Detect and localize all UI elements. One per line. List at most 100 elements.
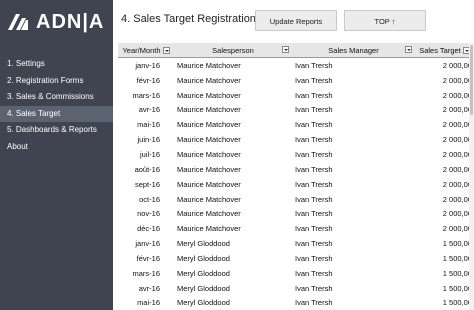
- cell-salesperson[interactable]: Maurice Matchover: [174, 103, 292, 118]
- cell-year-month[interactable]: mai-16: [118, 296, 174, 310]
- vertical-scrollbar[interactable]: [469, 43, 474, 310]
- cell-year-month[interactable]: mars-16: [118, 88, 174, 103]
- cell-sales-manager[interactable]: Ivan Trersh: [292, 251, 415, 266]
- cell-sales-target[interactable]: 2 000,00: [415, 103, 474, 118]
- cell-salesperson[interactable]: Meryl Gloddood: [174, 236, 292, 251]
- cell-sales-target[interactable]: 2 000,00: [415, 58, 474, 73]
- cell-sales-target[interactable]: 2 000,00: [415, 73, 474, 88]
- cell-year-month[interactable]: mars-16: [118, 266, 174, 281]
- cell-sales-manager[interactable]: Ivan Trersh: [292, 192, 415, 207]
- cell-salesperson[interactable]: Maurice Matchover: [174, 88, 292, 103]
- update-reports-button[interactable]: Update Reports: [255, 10, 337, 31]
- table-row[interactable]: janv-16 Meryl Gloddood Ivan Trersh 1 500,00: [118, 236, 474, 251]
- cell-sales-target[interactable]: 2 000,00: [415, 206, 474, 221]
- cell-year-month[interactable]: juil-16: [118, 147, 174, 162]
- table-row[interactable]: août-16 Maurice Matchover Ivan Trersh 2 000…: [118, 162, 474, 177]
- cell-sales-manager[interactable]: Ivan Trersh: [292, 206, 415, 221]
- table-row[interactable]: oct-16 Maurice Matchover Ivan Trersh 2 000,…: [118, 192, 474, 207]
- sidebar-item[interactable]: 3. Sales & Commissions: [0, 89, 113, 105]
- table-row[interactable]: févr-16 Meryl Gloddood Ivan Trersh 1 500,00: [118, 251, 474, 266]
- table-row[interactable]: juil-16 Maurice Matchover Ivan Trersh 2 000…: [118, 147, 474, 162]
- cell-sales-manager[interactable]: Ivan Trersh: [292, 296, 415, 310]
- cell-salesperson[interactable]: Meryl Gloddood: [174, 266, 292, 281]
- cell-year-month[interactable]: janv-16: [118, 58, 174, 73]
- filter-dropdown-icon[interactable]: [162, 47, 170, 55]
- cell-sales-target[interactable]: 2 000,00: [415, 147, 474, 162]
- cell-sales-manager[interactable]: Ivan Trersh: [292, 147, 415, 162]
- cell-year-month[interactable]: févr-16: [118, 251, 174, 266]
- cell-salesperson[interactable]: Maurice Matchover: [174, 117, 292, 132]
- cell-sales-target[interactable]: 1 500,00: [415, 281, 474, 296]
- table-row[interactable]: mai-16 Meryl Gloddood Ivan Trersh 1 500,00: [118, 296, 474, 310]
- cell-sales-manager[interactable]: Ivan Trersh: [292, 221, 415, 236]
- cell-sales-target[interactable]: 2 000,00: [415, 177, 474, 192]
- cell-sales-manager[interactable]: Ivan Trersh: [292, 266, 415, 281]
- cell-year-month[interactable]: févr-16: [118, 73, 174, 88]
- table-row[interactable]: sept-16 Maurice Matchover Ivan Trersh 2 000…: [118, 177, 474, 192]
- filter-dropdown-icon[interactable]: [405, 46, 412, 53]
- table-row[interactable]: févr-16 Maurice Matchover Ivan Trersh 2 000…: [118, 73, 474, 88]
- cell-sales-manager[interactable]: Ivan Trersh: [292, 281, 415, 296]
- cell-salesperson[interactable]: Meryl Gloddood: [174, 251, 292, 266]
- cell-salesperson[interactable]: Maurice Matchover: [174, 73, 292, 88]
- table-row[interactable]: nov-16 Maurice Matchover Ivan Trersh 2 000,…: [118, 206, 474, 221]
- cell-year-month[interactable]: janv-16: [118, 236, 174, 251]
- cell-year-month[interactable]: nov-16: [118, 206, 174, 221]
- cell-salesperson[interactable]: Maurice Matchover: [174, 58, 292, 73]
- cell-sales-manager[interactable]: Ivan Trersh: [292, 58, 415, 73]
- table-row[interactable]: mai-16 Maurice Matchover Ivan Trersh 2 000,…: [118, 117, 474, 132]
- table-row[interactable]: déc-16 Maurice Matchover Ivan Trersh 2 000,…: [118, 221, 474, 236]
- cell-salesperson[interactable]: Maurice Matchover: [174, 177, 292, 192]
- sidebar-item[interactable]: 2. Registration Forms: [0, 73, 113, 89]
- cell-sales-target[interactable]: 1 500,00: [415, 236, 474, 251]
- cell-sales-manager[interactable]: Ivan Trersh: [292, 88, 415, 103]
- cell-salesperson[interactable]: Maurice Matchover: [174, 206, 292, 221]
- cell-year-month[interactable]: déc-16: [118, 221, 174, 236]
- cell-salesperson[interactable]: Maurice Matchover: [174, 132, 292, 147]
- table-row[interactable]: juin-16 Maurice Matchover Ivan Trersh 2 000…: [118, 132, 474, 147]
- cell-year-month[interactable]: juin-16: [118, 132, 174, 147]
- cell-sales-target[interactable]: 2 000,00: [415, 132, 474, 147]
- cell-salesperson[interactable]: Maurice Matchover: [174, 162, 292, 177]
- sidebar-item[interactable]: 1. Settings: [0, 56, 113, 72]
- cell-year-month[interactable]: sept-16: [118, 177, 174, 192]
- cell-year-month[interactable]: avr-16: [118, 281, 174, 296]
- cell-year-month[interactable]: avr-16: [118, 103, 174, 118]
- cell-sales-manager[interactable]: Ivan Trersh: [292, 103, 415, 118]
- header-year-month[interactable]: Year/Month: [118, 43, 174, 58]
- sidebar-item[interactable]: 4. Sales Target: [0, 105, 113, 122]
- cell-sales-target[interactable]: 1 500,00: [415, 251, 474, 266]
- cell-year-month[interactable]: oct-16: [118, 192, 174, 207]
- cell-sales-manager[interactable]: Ivan Trersh: [292, 177, 415, 192]
- table-row[interactable]: avr-16 Meryl Gloddood Ivan Trersh 1 500,00: [118, 281, 474, 296]
- cell-sales-target[interactable]: 2 000,00: [415, 221, 474, 236]
- cell-sales-target[interactable]: 2 000,00: [415, 192, 474, 207]
- table-row[interactable]: janv-16 Maurice Matchover Ivan Trersh 2 000…: [118, 58, 474, 73]
- header-sales-target[interactable]: Sales Target: [415, 43, 474, 58]
- cell-sales-target[interactable]: 1 500,00: [415, 296, 474, 310]
- table-row[interactable]: avr-16 Maurice Matchover Ivan Trersh 2 000,…: [118, 103, 474, 118]
- header-sales-manager[interactable]: Sales Manager: [292, 43, 415, 58]
- scrollbar-thumb[interactable]: [470, 45, 473, 115]
- cell-salesperson[interactable]: Maurice Matchover: [174, 147, 292, 162]
- table-row[interactable]: mars-16 Meryl Gloddood Ivan Trersh 1 500,00: [118, 266, 474, 281]
- cell-sales-target[interactable]: 2 000,00: [415, 88, 474, 103]
- cell-salesperson[interactable]: Meryl Gloddood: [174, 296, 292, 310]
- cell-year-month[interactable]: août-16: [118, 162, 174, 177]
- cell-sales-target[interactable]: 2 000,00: [415, 117, 474, 132]
- top-button[interactable]: TOP ↑: [344, 10, 426, 31]
- cell-salesperson[interactable]: Maurice Matchover: [174, 192, 292, 207]
- cell-sales-target[interactable]: 2 000,00: [415, 162, 474, 177]
- cell-sales-manager[interactable]: Ivan Trersh: [292, 117, 415, 132]
- cell-sales-manager[interactable]: Ivan Trersh: [292, 73, 415, 88]
- cell-salesperson[interactable]: Maurice Matchover: [174, 221, 292, 236]
- sidebar-item[interactable]: About: [0, 139, 113, 155]
- cell-salesperson[interactable]: Meryl Gloddood: [174, 281, 292, 296]
- filter-dropdown-icon[interactable]: [282, 46, 289, 53]
- cell-year-month[interactable]: mai-16: [118, 117, 174, 132]
- cell-sales-manager[interactable]: Ivan Trersh: [292, 132, 415, 147]
- sidebar-item[interactable]: 5. Dashboards & Reports: [0, 122, 113, 138]
- table-row[interactable]: mars-16 Maurice Matchover Ivan Trersh 2 000…: [118, 88, 474, 103]
- cell-sales-target[interactable]: 1 500,00: [415, 266, 474, 281]
- cell-sales-manager[interactable]: Ivan Trersh: [292, 162, 415, 177]
